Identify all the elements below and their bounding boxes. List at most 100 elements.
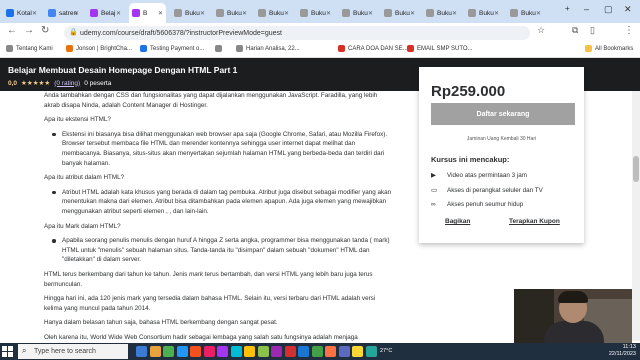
taskbar-app-icon[interactable] (311, 346, 323, 357)
rating-link[interactable]: (0 rating) (54, 80, 80, 87)
tab-close-icon[interactable]: ✕ (494, 10, 499, 17)
apply-coupon-link[interactable]: Terapkan Kupon (509, 218, 560, 225)
taskbar-app-icon[interactable] (271, 346, 282, 357)
taskbar-app-icon[interactable] (217, 346, 228, 357)
tab-label: Belaj (101, 9, 116, 17)
tab-favicon-icon (132, 9, 140, 17)
heading: Apa itu Mark dalam HTML? (44, 222, 121, 230)
tab-close-icon[interactable]: ✕ (452, 10, 457, 17)
bookmark-item[interactable]: CARA DOA DAN SE... (338, 45, 408, 52)
scrollbar-thumb[interactable] (633, 156, 639, 182)
address-bar[interactable]: 🔒 udemy.com/course/draft/5606378/?instru… (64, 26, 530, 40)
all-bookmarks[interactable]: All Bookmarks (585, 45, 633, 52)
includes-item: ▶ Video atas permintaan 3 jam (431, 171, 527, 180)
browser-tab[interactable]: Buku ✕ (213, 3, 250, 23)
heading: Apa itu ekstensi HTML? (44, 116, 111, 124)
tab-close-icon[interactable]: ✕ (284, 10, 289, 17)
tab-close-icon[interactable]: ✕ (200, 10, 205, 17)
system-tray-clock[interactable]: 11:13 22/11/2023 (609, 344, 636, 358)
paragraph: Anda tambahkan dengan CSS dan fungsional… (44, 92, 378, 109)
browser-tab[interactable]: Buku ✕ (339, 3, 376, 23)
taskbar-app-icon[interactable] (352, 346, 363, 357)
extensions-icon[interactable]: ⧉ (572, 25, 578, 36)
taskbar-app-icon[interactable] (257, 346, 269, 357)
price: Rp259.000 (431, 83, 506, 100)
tab-close-icon[interactable]: ✕ (368, 10, 373, 17)
browser-tab[interactable]: Buku ✕ (255, 3, 292, 23)
bookmark-label: Testing Payment o... (150, 45, 205, 52)
browser-tab[interactable]: Buku ✕ (507, 3, 544, 23)
browser-toolbar: ← → ↻ 🔒 udemy.com/course/draft/5606378/?… (0, 23, 640, 61)
browser-tab[interactable]: Buku ✕ (423, 3, 460, 23)
tab-close-icon[interactable]: ✕ (116, 10, 121, 17)
tab-close-icon[interactable]: ✕ (32, 10, 37, 17)
bookmark-item[interactable]: Jonson | BrightCha... (66, 45, 132, 52)
bookmark-item[interactable]: Testing Payment o... (140, 45, 204, 52)
includes-item: ▭ Akses di perangkat seluler dan TV (431, 186, 543, 195)
tab-close-icon[interactable]: ✕ (536, 10, 541, 17)
taskbar-app-icon[interactable] (203, 346, 215, 357)
paragraph: Hingga hari ini, ada 120 jenis mark yang… (44, 295, 376, 312)
scrollbar[interactable] (632, 91, 640, 341)
tab-close-icon[interactable]: ✕ (326, 10, 331, 17)
sidepanel-icon[interactable]: ▯ (590, 25, 595, 36)
menu-icon[interactable]: ⋮ (624, 25, 634, 36)
bookmark-favicon-icon (215, 45, 222, 52)
back-icon[interactable]: ← (7, 25, 17, 36)
tab-close-icon[interactable]: ✕ (158, 10, 163, 17)
browser-tab[interactable]: Kotal ✕ (3, 3, 40, 23)
browser-tab[interactable]: Buku ✕ (465, 3, 502, 23)
bookmark-item[interactable]: EMAIL SMP SUTO... (407, 45, 473, 52)
device-icon: ▭ (431, 187, 438, 194)
taskbar-app-icon[interactable] (365, 346, 377, 357)
taskbar-app-icon[interactable] (338, 346, 350, 357)
browser-tab[interactable]: Buku ✕ (171, 3, 208, 23)
taskbar-app-icon[interactable] (284, 346, 296, 357)
taskbar-app-icon[interactable] (163, 346, 174, 357)
taskbar-search[interactable]: ⌕ Type here to search (18, 344, 128, 359)
share-link[interactable]: Bagikan (445, 218, 470, 225)
tab-label: Buku (479, 9, 494, 17)
forward-icon[interactable]: → (24, 25, 34, 36)
tab-close-icon[interactable]: ✕ (74, 10, 79, 17)
bookmarks-bar: Tentang Kami Jonson | BrightCha... Testing… (0, 42, 640, 58)
tab-close-icon[interactable]: ✕ (242, 10, 247, 17)
browser-tab[interactable]: satren ✕ (45, 3, 82, 23)
star-icon[interactable]: ☆ (537, 25, 545, 36)
bookmark-label: Jonson | BrightCha... (76, 45, 132, 52)
windows-start-icon[interactable] (2, 346, 13, 357)
browser-tab[interactable]: Buku ✕ (381, 3, 418, 23)
taskbar-app-icon[interactable] (136, 346, 147, 357)
tab-favicon-icon (510, 9, 518, 17)
close-window-icon[interactable]: ✕ (624, 4, 632, 15)
taskbar-app-icon[interactable] (190, 346, 201, 357)
browser-tab[interactable]: Buku ✕ (297, 3, 334, 23)
new-tab-icon[interactable]: + (565, 4, 570, 13)
taskbar: ⌕ Type here to search 27°C 11:13 22/11/2… (0, 343, 640, 360)
maximize-icon[interactable]: ▢ (604, 4, 613, 15)
paragraph: HTML terus berkembang dari tahun ke tahu… (44, 270, 392, 289)
minimize-icon[interactable]: – (584, 4, 589, 14)
tab-close-icon[interactable]: ✕ (410, 10, 415, 17)
browser-tab[interactable]: Belaj ✕ (87, 3, 124, 23)
taskbar-app-icon[interactable] (244, 346, 255, 357)
taskbar-app-icon[interactable] (149, 346, 161, 357)
taskbar-app-icon[interactable] (325, 346, 336, 357)
course-title: Belajar Membuat Desain Homepage Dengan H… (8, 65, 238, 75)
student-count: 0 peserta (84, 79, 112, 87)
heading: Apa itu atribut dalam HTML? (44, 174, 125, 182)
tab-label: Buku (269, 9, 284, 17)
tab-favicon-icon (468, 9, 476, 17)
taskbar-app-icon[interactable] (298, 346, 309, 357)
bookmark-label: Harian Analisa, 22... (246, 45, 300, 52)
taskbar-app-icon[interactable] (230, 346, 242, 357)
enroll-button[interactable]: Daftar sekarang (431, 103, 575, 125)
rating-row: 0,0 ★★★★★ (0 rating) 0 peserta (8, 79, 112, 88)
taskbar-app-icon[interactable] (176, 346, 188, 357)
tab-label: Buku (437, 9, 452, 17)
bookmark-item[interactable]: Harian Analisa, 22... (236, 45, 300, 52)
bookmark-item[interactable] (215, 45, 225, 52)
reload-icon[interactable]: ↻ (41, 25, 49, 36)
bookmark-item[interactable]: Tentang Kami (6, 45, 53, 52)
browser-tab[interactable]: B ✕ (129, 3, 166, 23)
